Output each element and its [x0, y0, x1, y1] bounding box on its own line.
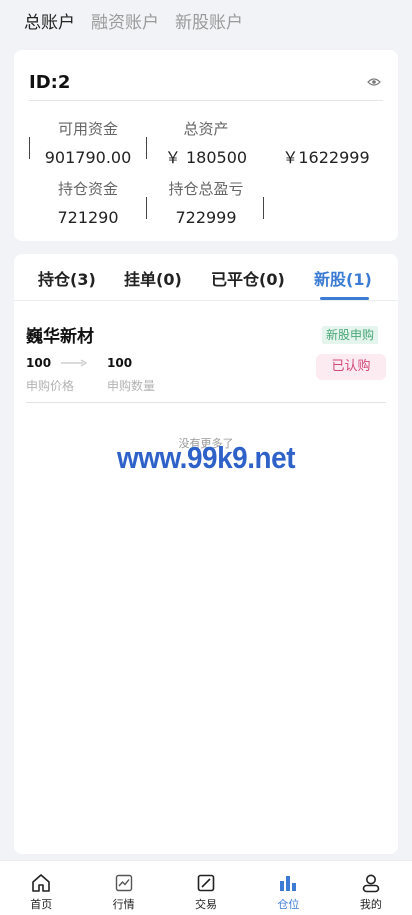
position-pnl-value: 722999	[175, 208, 237, 227]
total-assets-value: ￥ 180500	[164, 148, 248, 167]
trade-icon	[197, 874, 215, 892]
extra-value: ￥1622999	[276, 119, 376, 169]
ipo-type-badge: 新股申购	[321, 326, 378, 344]
nav-market[interactable]: 行情	[82, 861, 164, 915]
chart-icon	[115, 874, 132, 892]
arrow-right-icon	[61, 359, 87, 367]
divider	[146, 137, 147, 159]
nav-positions[interactable]: 仓位	[247, 861, 329, 915]
user-icon	[362, 874, 380, 893]
position-pnl: 持仓总盈亏 722999	[160, 179, 252, 229]
available-funds-label: 可用资金	[57, 120, 118, 138]
account-id: ID:2	[29, 72, 71, 93]
watermark: www.99k9.net	[116, 440, 296, 475]
position-tabs: 持仓(3) 挂单(0) 已平仓(0) 新股(1)	[14, 254, 398, 301]
nav-mine[interactable]: 我的	[330, 861, 412, 915]
bar-chart-icon	[280, 876, 297, 891]
tab-margin-account[interactable]: 融资账户	[91, 10, 159, 36]
nav-positions-label: 仓位	[277, 898, 300, 911]
tab-new-ipo[interactable]: 新股(1)	[314, 266, 372, 290]
account-id-row: ID:2	[29, 69, 383, 101]
divider	[263, 197, 264, 219]
nav-home[interactable]: 首页	[0, 861, 82, 915]
subscribe-qty-value: 100	[107, 356, 133, 370]
positions-panel: 持仓(3) 挂单(0) 已平仓(0) 新股(1) 巍华新材 新股申购 已认购 1…	[14, 254, 398, 854]
list-item[interactable]: 巍华新材 新股申购 已认购 100 100 申购价格 申购数量	[26, 314, 386, 403]
subscribe-price-value: 100	[26, 356, 52, 370]
account-tabs: 总账户 融资账户 新股账户	[24, 10, 243, 36]
bottom-nav: 首页 行情 交易 仓位 我的	[0, 860, 412, 915]
tab-closed[interactable]: 已平仓(0)	[211, 266, 285, 290]
nav-home-label: 首页	[30, 898, 53, 911]
subscribed-status-badge: 已认购	[316, 354, 386, 380]
active-tab-indicator	[320, 297, 369, 300]
tab-holdings[interactable]: 持仓(3)	[38, 266, 96, 290]
position-funds-label: 持仓资金	[57, 180, 118, 198]
subscribe-qty-label: 申购数量	[107, 379, 156, 393]
position-funds-value: 721290	[57, 208, 119, 227]
total-assets-label: 总资产	[183, 120, 229, 138]
stock-name: 巍华新材	[26, 327, 94, 347]
extra-value-text: ￥1622999	[282, 148, 370, 167]
nav-market-label: 行情	[112, 898, 135, 911]
divider	[146, 197, 147, 219]
available-funds-value: 901790.00	[44, 148, 132, 167]
nav-trade[interactable]: 交易	[165, 861, 247, 915]
divider	[29, 137, 30, 159]
nav-trade-label: 交易	[195, 898, 218, 911]
position-pnl-label: 持仓总盈亏	[168, 180, 244, 198]
tab-ipo-account[interactable]: 新股账户	[175, 10, 243, 36]
available-funds: 可用资金 901790.00	[40, 119, 136, 169]
home-icon	[32, 874, 51, 892]
tab-pending-orders[interactable]: 挂单(0)	[124, 266, 182, 290]
account-summary-card: ID:2 可用资金 901790.00 总资产 ￥ 180500 ￥162299…	[14, 50, 398, 241]
eye-icon[interactable]	[367, 77, 381, 87]
tab-total-account[interactable]: 总账户	[24, 10, 75, 36]
total-assets: 总资产 ￥ 180500	[160, 119, 252, 169]
subscribe-price-label: 申购价格	[26, 379, 75, 393]
nav-mine-label: 我的	[359, 898, 382, 911]
position-funds: 持仓资金 721290	[50, 179, 126, 229]
